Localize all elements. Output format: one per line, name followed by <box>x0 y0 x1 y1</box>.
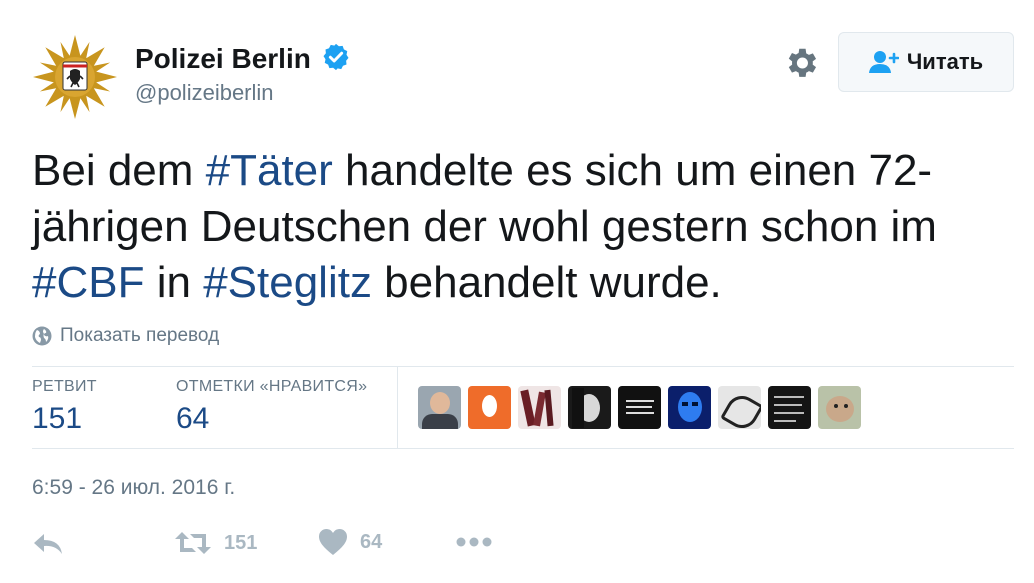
like-button[interactable]: 64 <box>318 528 382 556</box>
globe-icon <box>32 326 52 346</box>
liker-avatar[interactable] <box>568 386 611 429</box>
retweet-count: 151 <box>224 531 258 554</box>
liker-avatar[interactable] <box>418 386 461 429</box>
likes-label: ОТМЕТКИ «НРАВИТСЯ» <box>176 378 368 395</box>
avatar[interactable] <box>32 34 118 120</box>
retweets-stat[interactable]: РЕТВИТ 151 <box>32 377 97 437</box>
tweet-card: Polizei Berlin @polizeiberlin Читать Bei… <box>0 0 1034 583</box>
likes-count: 64 <box>176 402 210 435</box>
liker-avatar[interactable] <box>668 386 711 429</box>
follow-button[interactable]: Читать <box>838 32 1014 92</box>
username[interactable]: @polizeiberlin <box>135 80 351 106</box>
divider <box>32 366 1014 367</box>
reply-icon <box>34 534 62 554</box>
liker-avatar[interactable] <box>768 386 811 429</box>
timestamp[interactable]: 6:59 - 26 июл. 2016 г. <box>32 476 235 500</box>
divider <box>32 448 1014 449</box>
like-count: 64 <box>360 530 383 553</box>
retweet-button[interactable]: 151 <box>174 528 257 558</box>
divider <box>397 366 398 448</box>
likes-stat[interactable]: ОТМЕТКИ «НРАВИТСЯ» 64 <box>176 377 367 437</box>
police-star-logo <box>33 35 117 119</box>
heart-icon <box>319 529 347 555</box>
liker-avatar[interactable] <box>468 386 511 429</box>
add-user-icon <box>868 51 899 73</box>
retweets-count: 151 <box>32 402 83 435</box>
more-dots-icon <box>456 537 492 547</box>
tweet-text-segment: behandelt wurde. <box>371 258 722 307</box>
more-button[interactable] <box>456 536 492 548</box>
liker-avatar[interactable] <box>818 386 861 429</box>
show-translation-label: Показать перевод <box>60 325 220 346</box>
hashtag-link[interactable]: #Täter <box>206 146 333 195</box>
follow-button-label: Читать <box>906 49 984 74</box>
verified-badge-icon <box>321 42 351 72</box>
reply-button[interactable] <box>32 532 64 558</box>
liker-avatar[interactable] <box>718 386 761 429</box>
retweet-icon <box>175 532 211 554</box>
hashtag-link[interactable]: #Steglitz <box>203 258 372 307</box>
tweet-text-segment: Bei dem <box>32 146 206 195</box>
display-name[interactable]: Polizei Berlin <box>135 42 311 76</box>
tweet-text: Bei dem #Täter handelte es sich um einen… <box>32 143 1007 311</box>
liker-avatar[interactable] <box>518 386 561 429</box>
gear-icon[interactable] <box>782 44 820 82</box>
hashtag-link[interactable]: #CBF <box>32 258 144 307</box>
liker-avatar[interactable] <box>618 386 661 429</box>
tweet-text-segment: in <box>144 258 204 307</box>
likers-avatars <box>418 386 868 429</box>
show-translation-link[interactable]: Показать перевод <box>32 325 219 347</box>
user-names: Polizei Berlin @polizeiberlin <box>135 42 351 106</box>
retweets-label: РЕТВИТ <box>32 378 97 395</box>
